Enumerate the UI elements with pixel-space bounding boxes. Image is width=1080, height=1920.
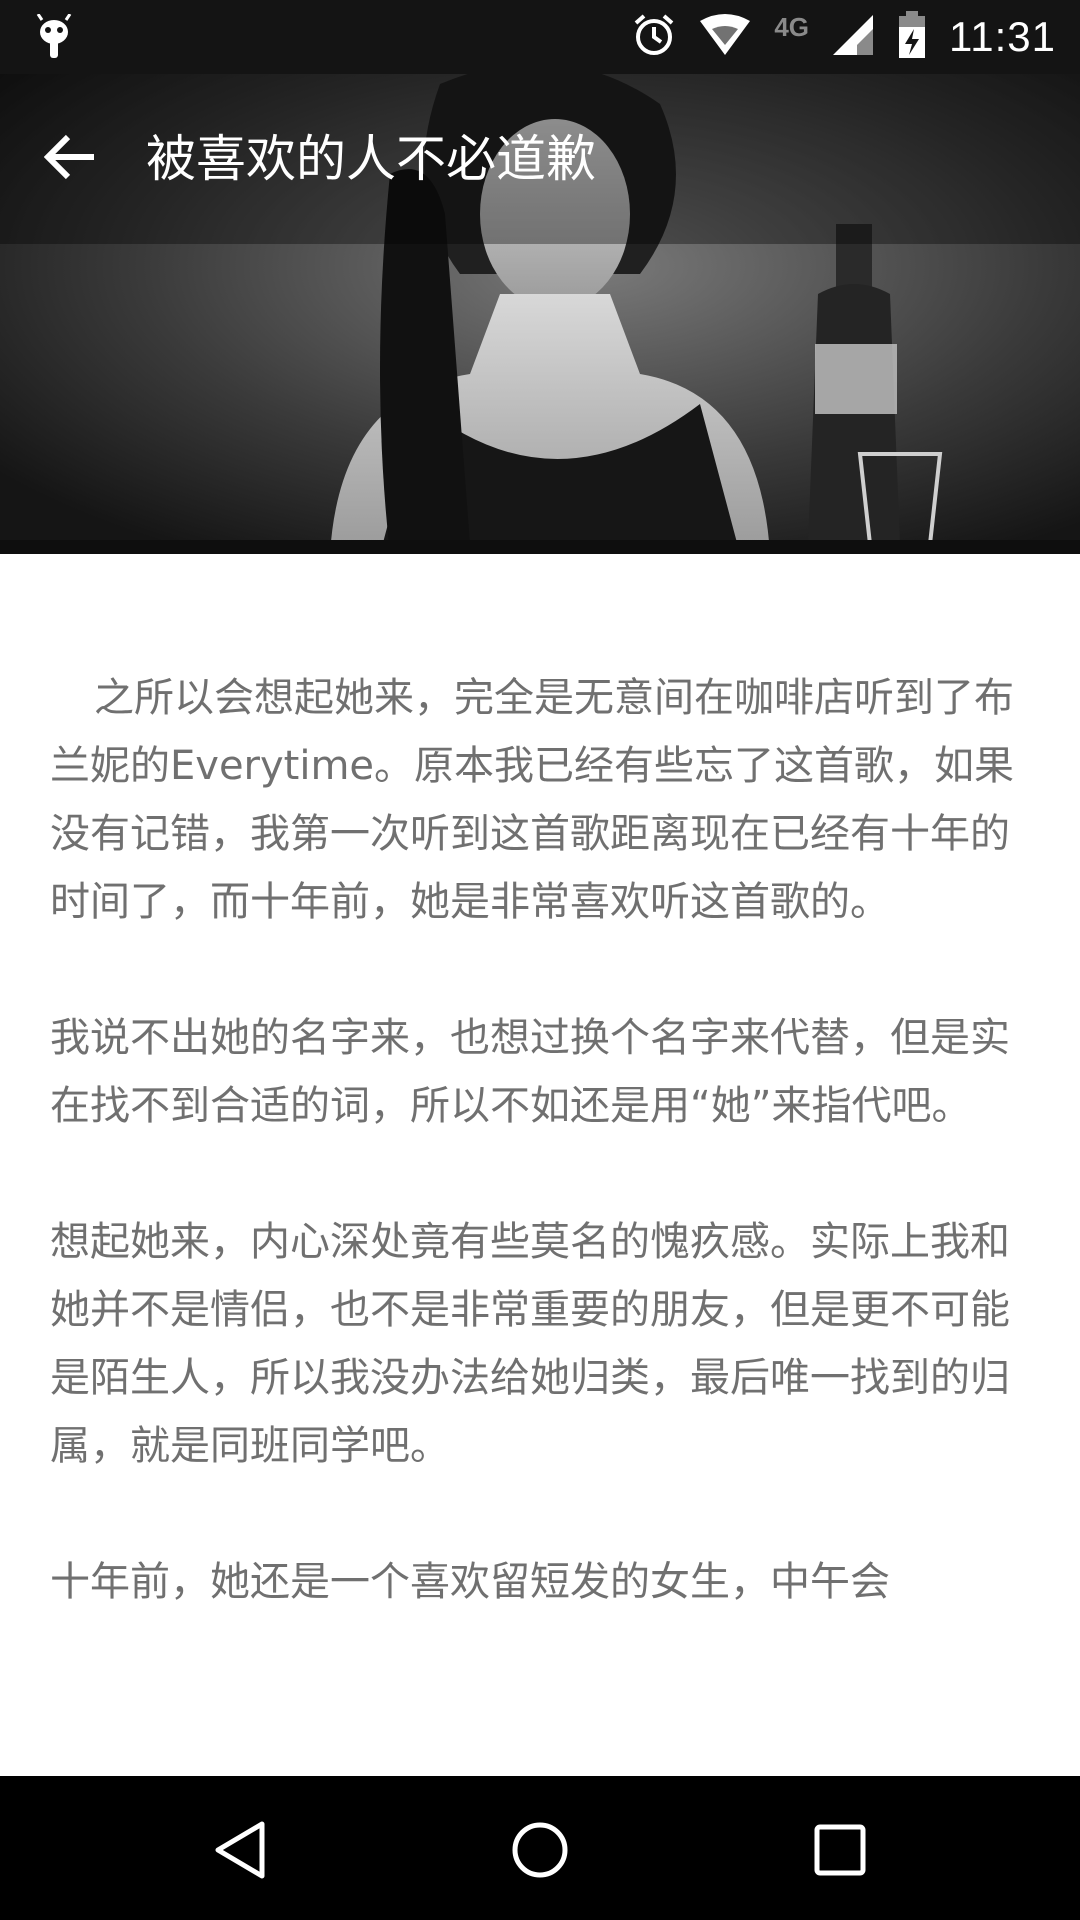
alarm-icon xyxy=(632,13,676,61)
arrow-back-icon xyxy=(43,134,96,184)
nav-recents-button[interactable] xyxy=(800,1812,880,1892)
nav-back-button[interactable] xyxy=(200,1812,280,1892)
wifi-icon xyxy=(698,13,752,61)
network-type-label: 4G xyxy=(774,11,809,42)
back-triangle-icon xyxy=(212,1820,268,1884)
battery-charging-icon xyxy=(897,11,927,63)
toolbar: 被喜欢的人不必道歉 xyxy=(0,74,1080,244)
recents-square-icon xyxy=(812,1822,868,1882)
android-debug-icon xyxy=(32,13,76,60)
article-body: 之所以会想起她来，完全是无意间在咖啡店听到了布兰妮的Everytime。原本我已… xyxy=(50,664,1030,1684)
back-button[interactable] xyxy=(30,124,110,194)
article-paragraph: 我说不出她的名字来，也想过换个名字来代替，但是实在找不到合适的词，所以不如还是用… xyxy=(50,1015,1010,1129)
nav-home-button[interactable] xyxy=(500,1812,580,1892)
page-title: 被喜欢的人不必道歉 xyxy=(146,130,596,188)
article-paragraph: 想起她来，内心深处竟有些莫名的愧疚感。实际上我和她并不是情侣，也不是非常重要的朋… xyxy=(50,1219,1010,1469)
status-bar: 4G 11:31 xyxy=(0,0,1080,74)
article-paragraph: 十年前，她还是一个喜欢留短发的女生，中午会 xyxy=(50,1559,890,1605)
status-time: 11:31 xyxy=(949,13,1056,60)
article-paragraph: 之所以会想起她来，完全是无意间在咖啡店听到了布兰妮的Everytime。原本我已… xyxy=(50,675,1015,925)
navigation-bar xyxy=(0,1776,1080,1920)
home-circle-icon xyxy=(510,1820,570,1884)
signal-icon xyxy=(831,13,875,61)
